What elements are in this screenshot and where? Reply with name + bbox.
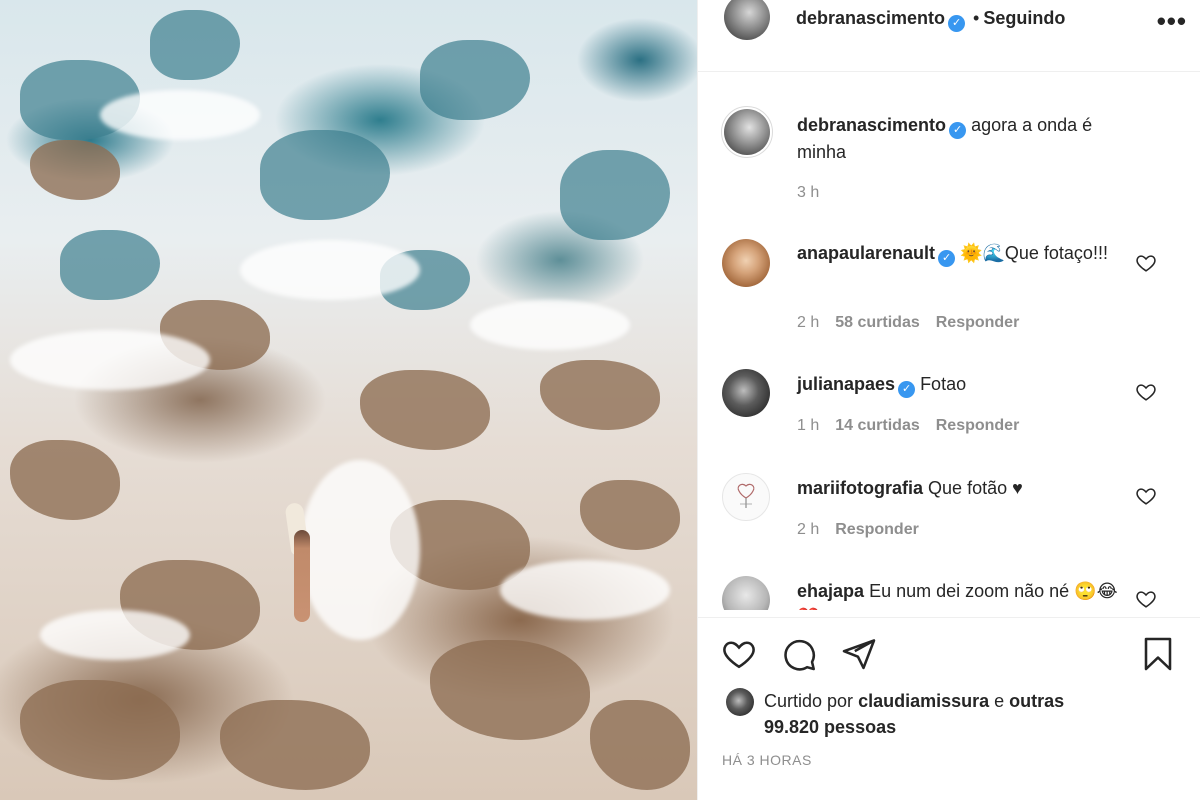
comment-avatar[interactable] [722, 369, 770, 417]
caption-username[interactable]: debranascimento [797, 115, 946, 135]
heart-icon[interactable] [721, 636, 757, 672]
post-timestamp[interactable]: HÁ 3 HORAS [722, 752, 812, 768]
comment-text: 🌞🌊Que fotaço!!! [960, 243, 1108, 263]
comment-like-heart-icon[interactable] [1135, 485, 1157, 507]
more-options-icon[interactable]: ••• [1157, 6, 1187, 37]
foam [100, 90, 260, 140]
comment-username[interactable]: anapaularenault [797, 243, 935, 263]
comment-like-heart-icon[interactable] [1135, 588, 1157, 610]
water-patch [260, 130, 390, 220]
sand-patch [580, 480, 680, 550]
comment-avatar[interactable] [722, 473, 770, 521]
author-username[interactable]: debranascimento [796, 8, 945, 28]
comment-likes[interactable]: 14 curtidas [835, 417, 919, 434]
comment-text-block: ehajapa Eu num dei zoom não né 🙄😂❤️ [797, 578, 1137, 610]
foam [240, 240, 420, 300]
water-patch [420, 40, 530, 120]
comment-meta: 2 h Responder [797, 521, 935, 539]
comment-text-block: mariifotografia Que fotão ♥ [797, 475, 1137, 501]
comment-time[interactable]: 2 h [797, 314, 819, 331]
comment-username[interactable]: mariifotografia [797, 478, 923, 498]
sand-patch [10, 440, 120, 520]
comment-like-heart-icon[interactable] [1135, 252, 1157, 274]
comment-time[interactable]: 2 h [797, 521, 819, 538]
comment-username[interactable]: julianapaes [797, 374, 895, 394]
likes-connector: e [994, 691, 1005, 711]
liker-avatar[interactable] [726, 688, 754, 716]
instagram-post-view: debranascimento ✓ • Seguindo ••• debranasci… [0, 0, 1200, 800]
comment-meta: 2 h 58 curtidas Responder [797, 314, 1035, 332]
photographer-logo-icon [737, 483, 755, 508]
likes-prefix: Curtido por [764, 691, 854, 711]
water-patch [60, 230, 160, 300]
reply-button[interactable]: Responder [936, 417, 1020, 434]
foam [500, 560, 670, 620]
post-side-panel: debranascimento ✓ • Seguindo ••• debranasci… [697, 0, 1200, 800]
comment-meta: 1 h 14 curtidas Responder [797, 417, 1035, 435]
comment-likes[interactable]: 58 curtidas [835, 314, 919, 331]
post-photo[interactable] [0, 0, 697, 800]
foam [470, 300, 630, 350]
sand-patch [540, 360, 660, 430]
verified-badge-icon: ✓ [898, 381, 916, 398]
water-patch [560, 150, 670, 240]
caption-text-block: debranascimento ✓ agora a onda é minha [797, 112, 1137, 165]
caption-avatar[interactable] [721, 106, 773, 158]
comment-like-heart-icon[interactable] [1135, 381, 1157, 403]
liker-username[interactable]: claudiamissura [858, 691, 989, 711]
sand-patch [590, 700, 690, 790]
foam [10, 330, 210, 390]
comment-text-block: julianapaes ✓ Fotao [797, 371, 1137, 398]
header-author-line: debranascimento ✓ • Seguindo [796, 8, 1065, 32]
verified-badge-icon: ✓ [938, 250, 956, 267]
bookmark-icon[interactable] [1140, 636, 1176, 672]
sand-patch [20, 680, 180, 780]
comment-avatar[interactable] [722, 576, 770, 610]
foam [40, 610, 190, 660]
reply-button[interactable]: Responder [835, 521, 919, 538]
post-actions-section: Curtido por claudiamissura e outras 99.8… [698, 617, 1200, 800]
author-avatar[interactable] [724, 0, 770, 40]
caption-time[interactable]: 3 h [797, 184, 819, 201]
verified-badge-icon: ✓ [948, 15, 966, 32]
reply-button[interactable]: Responder [936, 314, 1020, 331]
sand-patch [220, 700, 370, 790]
follow-status-button[interactable]: Seguindo [983, 8, 1065, 28]
post-header: debranascimento ✓ • Seguindo ••• [698, 0, 1200, 72]
comment-username[interactable]: ehajapa [797, 581, 864, 601]
comment-text: Que fotão ♥ [928, 478, 1023, 498]
likes-summary: Curtido por claudiamissura e outras 99.8… [764, 688, 1084, 740]
sand-patch [430, 640, 590, 740]
comments-list[interactable]: debranascimento ✓ agora a onda é minha 3 … [698, 72, 1200, 610]
foam [300, 460, 420, 640]
separator-dot: • [973, 8, 980, 28]
water-patch [150, 10, 240, 80]
comment-time[interactable]: 1 h [797, 417, 819, 434]
share-icon[interactable] [841, 636, 877, 672]
verified-badge-icon: ✓ [949, 122, 967, 139]
caption-meta: 3 h [797, 184, 835, 202]
sand-patch [360, 370, 490, 450]
comment-icon[interactable] [781, 636, 817, 672]
comment-avatar[interactable] [722, 239, 770, 287]
comment-text: Fotao [920, 374, 967, 394]
sand-patch [30, 140, 120, 200]
comment-text-block: anapaularenault ✓ 🌞🌊Que fotaço!!! [797, 240, 1137, 267]
surfer [294, 530, 310, 622]
avatar-image [724, 109, 770, 155]
